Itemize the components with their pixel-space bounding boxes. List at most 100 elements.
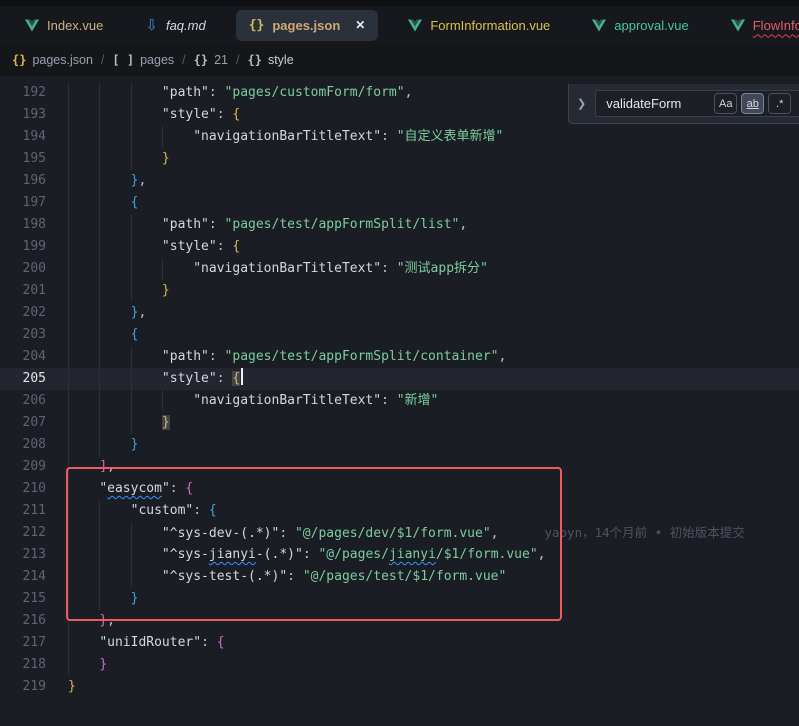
- line-content: }: [68, 280, 799, 302]
- brackets-icon: [ ]: [112, 53, 134, 67]
- toggle-replace-chevron-icon[interactable]: ❯: [577, 97, 586, 110]
- code-line-203[interactable]: 203 {: [0, 324, 799, 346]
- code-line-207[interactable]: 207 }: [0, 412, 799, 434]
- code-line-198[interactable]: 198 "path": "pages/test/appFormSplit/lis…: [0, 214, 799, 236]
- line-number: 219: [0, 676, 46, 698]
- line-content: },: [68, 610, 799, 632]
- line-number: 214: [0, 566, 46, 588]
- tab-flowinfo-vu[interactable]: FlowInfo.vu: [710, 6, 799, 44]
- code-line-217[interactable]: 217 "uniIdRouter": {: [0, 632, 799, 654]
- code-token: :: [287, 569, 303, 584]
- vscode-window: { "tabs": [ {"label":"Index.vue","icon":…: [0, 0, 799, 726]
- code-token: {: [232, 107, 240, 122]
- breadcrumb-item-style[interactable]: {}style: [245, 53, 295, 67]
- code-token: {: [131, 327, 139, 342]
- code-line-206[interactable]: 206 "navigationBarTitleText": "新增": [0, 390, 799, 412]
- vue-icon: [408, 19, 422, 32]
- line-number: 212: [0, 522, 46, 544]
- line-number: 194: [0, 126, 46, 148]
- tab-approval-vue[interactable]: approval.vue: [571, 6, 709, 44]
- line-content: "custom": {: [68, 500, 799, 522]
- code-line-216[interactable]: 216 },: [0, 610, 799, 632]
- markdown-download-icon: ⇩: [145, 16, 158, 34]
- code-token: ,: [538, 547, 546, 562]
- code-token: {: [232, 239, 240, 254]
- breadcrumb-item-pages[interactable]: [ ]pages: [110, 53, 176, 67]
- code-line-202[interactable]: 202 },: [0, 302, 799, 324]
- code-line-194[interactable]: 194 "navigationBarTitleText": "自定义表单新增": [0, 126, 799, 148]
- code-token: "pages/test/appFormSplit/container": [225, 349, 499, 364]
- line-number: 192: [0, 82, 46, 104]
- code-token: /$1/form.vue": [436, 547, 538, 562]
- breadcrumb-item-21[interactable]: {}21: [192, 53, 230, 67]
- code-token: "path": [162, 217, 209, 232]
- code-token: ,: [491, 526, 499, 541]
- line-content: }: [68, 588, 799, 610]
- code-token: "style": [162, 239, 217, 254]
- code-line-196[interactable]: 196 },: [0, 170, 799, 192]
- line-content: },: [68, 170, 799, 192]
- tab-faq-md[interactable]: ⇩ faq.md: [124, 6, 226, 44]
- code-token: :: [279, 526, 295, 541]
- code-line-195[interactable]: 195 }: [0, 148, 799, 170]
- line-content: ],: [68, 456, 799, 478]
- code-line-212[interactable]: 212 "^sys-dev-(.*)": "@/pages/dev/$1/for…: [0, 522, 799, 544]
- line-number: 197: [0, 192, 46, 214]
- find-input[interactable]: [606, 96, 710, 111]
- code-token: ,: [107, 459, 115, 474]
- code-line-208[interactable]: 208 }: [0, 434, 799, 456]
- code-token: }: [131, 437, 139, 452]
- line-content: "^sys-dev-(.*)": "@/pages/dev/$1/form.vu…: [68, 522, 799, 544]
- code-line-215[interactable]: 215 }: [0, 588, 799, 610]
- match-case-toggle[interactable]: Aa: [714, 93, 737, 114]
- whole-word-toggle[interactable]: ab: [741, 93, 764, 114]
- code-token: "path": [162, 349, 209, 364]
- tab-pages-json[interactable]: {}pages.json✕: [236, 10, 379, 41]
- code-line-201[interactable]: 201 }: [0, 280, 799, 302]
- line-number: 196: [0, 170, 46, 192]
- code-token: {: [209, 503, 217, 518]
- code-token: ]: [99, 459, 107, 474]
- braces-icon: {}: [247, 53, 261, 67]
- tab-label: Index.vue: [47, 18, 103, 33]
- code-token: "navigationBarTitleText": [193, 393, 381, 408]
- breadcrumb-separator: /: [95, 53, 110, 67]
- code-line-211[interactable]: 211 "custom": {: [0, 500, 799, 522]
- line-content: {: [68, 324, 799, 346]
- code-line-209[interactable]: 209 ],: [0, 456, 799, 478]
- code-token: :: [209, 349, 225, 364]
- code-token: :: [170, 481, 186, 496]
- tab-label: faq.md: [166, 18, 206, 33]
- code-token: "style": [162, 371, 217, 386]
- braces-icon: {}: [194, 53, 208, 67]
- line-number: 207: [0, 412, 46, 434]
- code-token: "pages/customForm/form": [225, 85, 405, 100]
- code-token: ,: [405, 85, 413, 100]
- line-content: }: [68, 148, 799, 170]
- code-line-197[interactable]: 197 {: [0, 192, 799, 214]
- code-line-214[interactable]: 214 "^sys-test-(.*)": "@/pages/test/$1/f…: [0, 566, 799, 588]
- code-token: ,: [459, 217, 467, 232]
- code-line-205[interactable]: 205 "style": {: [0, 368, 799, 390]
- tab-index-vue[interactable]: Index.vue: [4, 6, 124, 44]
- code-token: "custom": [131, 503, 194, 518]
- line-number: 209: [0, 456, 46, 478]
- breadcrumb-item-pages-json[interactable]: {}pages.json: [10, 53, 95, 67]
- regex-toggle[interactable]: .*: [768, 93, 791, 114]
- code-line-218[interactable]: 218 }: [0, 654, 799, 676]
- code-line-199[interactable]: 199 "style": {: [0, 236, 799, 258]
- code-line-200[interactable]: 200 "navigationBarTitleText": "测试app拆分": [0, 258, 799, 280]
- code-token: }: [162, 415, 170, 430]
- code-line-210[interactable]: 210 "easycom": {: [0, 478, 799, 500]
- code-line-204[interactable]: 204 "path": "pages/test/appFormSplit/con…: [0, 346, 799, 368]
- tab-label: pages.json: [272, 18, 340, 33]
- code-line-219[interactable]: 219}: [0, 676, 799, 698]
- code-line-213[interactable]: 213 "^sys-jianyi-(.*)": "@/pages/jianyi/…: [0, 544, 799, 566]
- tab-forminformation-vue[interactable]: FormInformation.vue: [387, 6, 571, 44]
- line-content: "navigationBarTitleText": "测试app拆分": [68, 258, 799, 280]
- line-content: }: [68, 676, 799, 698]
- line-content: "uniIdRouter": {: [68, 632, 799, 654]
- close-tab-icon[interactable]: ✕: [355, 18, 365, 32]
- line-number: 204: [0, 346, 46, 368]
- code-token: }: [99, 613, 107, 628]
